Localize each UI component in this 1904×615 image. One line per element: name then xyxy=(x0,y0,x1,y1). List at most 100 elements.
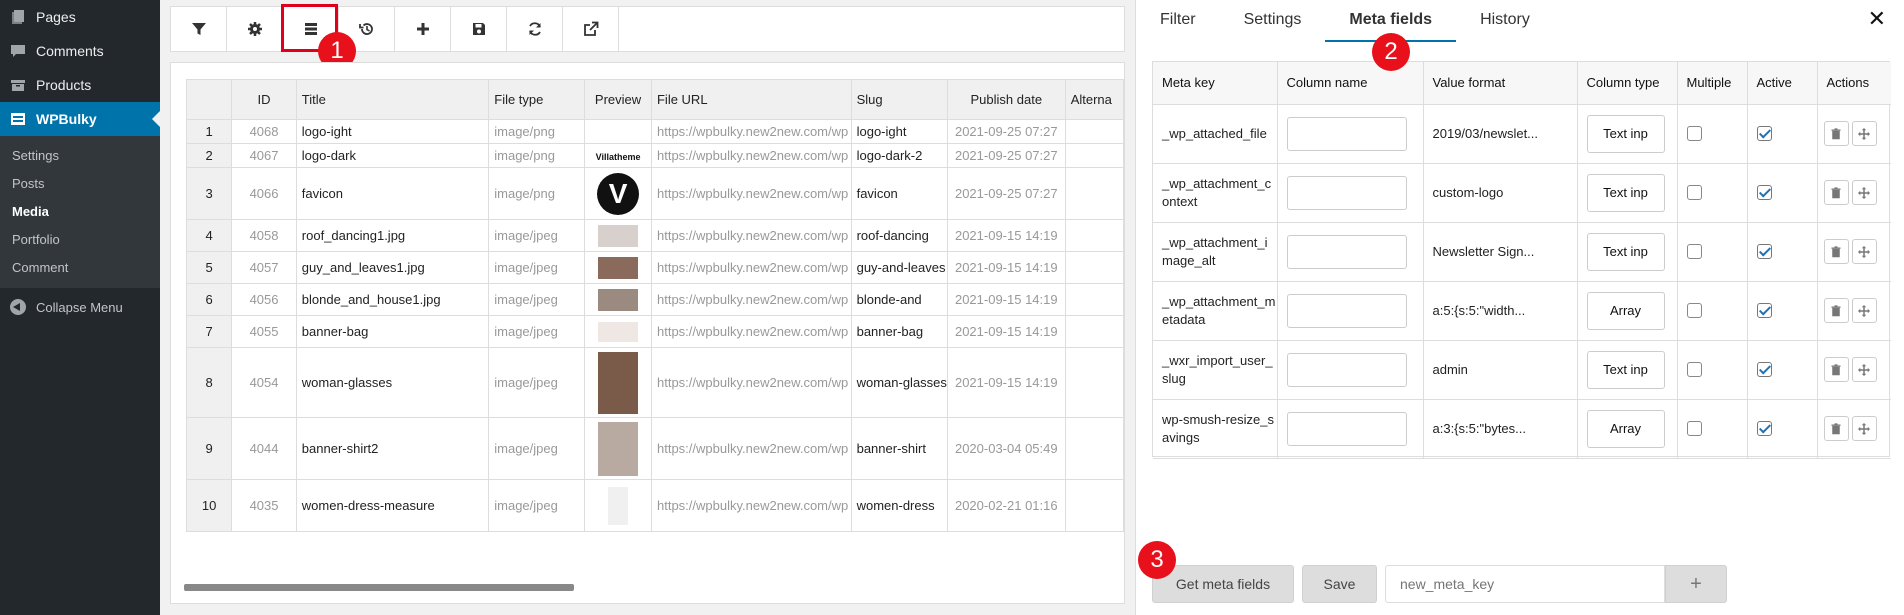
row-number[interactable]: 6 xyxy=(185,283,233,316)
cell-id[interactable]: 4044 xyxy=(231,417,297,480)
cell-preview[interactable] xyxy=(584,479,652,532)
cell-preview[interactable] xyxy=(584,251,652,284)
cell-slug[interactable]: blonde-and xyxy=(850,283,948,316)
cell-alt[interactable] xyxy=(1064,167,1124,220)
cell-file-url[interactable]: https://wpbulky.new2new.com/wp xyxy=(650,119,852,144)
cell-title[interactable]: woman-glasses xyxy=(295,347,490,418)
active-checkbox[interactable] xyxy=(1756,185,1772,200)
sidebar-item-pages[interactable]: Pages xyxy=(0,0,160,34)
cell-title[interactable]: guy_and_leaves1.jpg xyxy=(295,251,490,284)
cell-publish-date[interactable]: 2021-09-15 14:19 xyxy=(946,347,1066,418)
column-header[interactable]: Slug xyxy=(850,79,948,120)
collapse-menu-button[interactable]: Collapse Menu xyxy=(0,290,160,324)
gear-button[interactable] xyxy=(227,7,283,51)
cell-id[interactable]: 4067 xyxy=(231,143,297,168)
row-number[interactable]: 8 xyxy=(185,347,233,418)
cell-alt[interactable] xyxy=(1064,347,1124,418)
cell-slug[interactable]: favicon xyxy=(850,167,948,220)
column-header[interactable]: File type xyxy=(488,79,586,120)
cell-file-url[interactable]: https://wpbulky.new2new.com/wp xyxy=(650,479,852,532)
cell-file-url[interactable]: https://wpbulky.new2new.com/wp xyxy=(650,143,852,168)
column-header[interactable]: Publish date xyxy=(946,79,1066,120)
save-button[interactable] xyxy=(451,7,507,51)
delete-button[interactable] xyxy=(1823,357,1849,382)
cell-alt[interactable] xyxy=(1064,251,1124,284)
column-type-select[interactable]: Text inp xyxy=(1586,350,1665,389)
move-handle[interactable] xyxy=(1851,357,1877,382)
cell-publish-date[interactable]: 2021-09-15 14:19 xyxy=(946,315,1066,348)
table-row[interactable]: 1 4068 logo-ight image/png https://wpbulky.n… xyxy=(185,119,1124,144)
multiple-checkbox[interactable] xyxy=(1686,244,1702,259)
cell-file-type[interactable]: image/jpeg xyxy=(488,219,586,252)
delete-button[interactable] xyxy=(1823,180,1849,205)
multiple-checkbox[interactable] xyxy=(1686,126,1702,141)
cell-publish-date[interactable]: 2020-02-21 01:16 xyxy=(946,479,1066,532)
cell-file-url[interactable]: https://wpbulky.new2new.com/wp xyxy=(650,219,852,252)
column-type-select[interactable]: Text inp xyxy=(1586,114,1665,153)
cell-slug[interactable]: women-dress xyxy=(850,479,948,532)
table-row[interactable]: 8 4054 woman-glasses image/jpeg https://wpbu… xyxy=(185,347,1124,418)
multiple-checkbox[interactable] xyxy=(1686,362,1702,377)
table-row[interactable]: 7 4055 banner-bag image/jpeg https://wpbulky… xyxy=(185,315,1124,348)
row-number[interactable]: 10 xyxy=(185,479,233,532)
cell-file-url[interactable]: https://wpbulky.new2new.com/wp xyxy=(650,417,852,480)
move-handle[interactable] xyxy=(1851,180,1877,205)
cell-slug[interactable]: logo-dark-2 xyxy=(850,143,948,168)
new-meta-key-input[interactable] xyxy=(1385,565,1665,603)
active-checkbox[interactable] xyxy=(1756,303,1772,318)
cell-id[interactable]: 4035 xyxy=(231,479,297,532)
active-checkbox[interactable] xyxy=(1756,244,1772,259)
delete-button[interactable] xyxy=(1823,239,1849,264)
cell-publish-date[interactable]: 2021-09-25 07:27 xyxy=(946,167,1066,220)
multiple-checkbox[interactable] xyxy=(1686,421,1702,436)
row-number[interactable]: 1 xyxy=(185,119,233,144)
get-meta-fields-button[interactable]: Get meta fields xyxy=(1152,565,1294,603)
cell-title[interactable]: banner-bag xyxy=(295,315,490,348)
column-type-select[interactable]: Array xyxy=(1586,291,1665,330)
cell-alt[interactable] xyxy=(1064,417,1124,480)
cell-preview[interactable]: V xyxy=(584,167,652,220)
cell-file-url[interactable]: https://wpbulky.new2new.com/wp xyxy=(650,283,852,316)
cell-slug[interactable]: banner-bag xyxy=(850,315,948,348)
move-handle[interactable] xyxy=(1851,121,1877,146)
cell-file-type[interactable]: image/jpeg xyxy=(488,417,586,480)
cell-alt[interactable] xyxy=(1064,479,1124,532)
cell-slug[interactable]: woman-glasses xyxy=(850,347,948,418)
active-checkbox[interactable] xyxy=(1756,126,1772,141)
row-number[interactable]: 3 xyxy=(185,167,233,220)
export-button[interactable] xyxy=(563,7,619,51)
close-icon[interactable]: ✕ xyxy=(1868,6,1886,32)
delete-button[interactable] xyxy=(1823,416,1849,441)
column-name-input[interactable] xyxy=(1286,175,1407,210)
submenu-item-settings[interactable]: Settings xyxy=(0,142,160,170)
cell-file-url[interactable]: https://wpbulky.new2new.com/wp xyxy=(650,315,852,348)
cell-alt[interactable] xyxy=(1064,315,1124,348)
cell-file-type[interactable]: image/png xyxy=(488,143,586,168)
column-name-input[interactable] xyxy=(1286,411,1407,446)
column-type-select[interactable]: Text inp xyxy=(1586,173,1665,212)
cell-publish-date[interactable]: 2021-09-15 14:19 xyxy=(946,219,1066,252)
column-name-input[interactable] xyxy=(1286,116,1407,151)
submenu-item-portfolio[interactable]: Portfolio xyxy=(0,226,160,254)
submenu-item-posts[interactable]: Posts xyxy=(0,170,160,198)
column-header[interactable] xyxy=(185,79,233,120)
submenu-item-comment[interactable]: Comment xyxy=(0,254,160,282)
table-row[interactable]: 4 4058 roof_dancing1.jpg image/jpeg https://… xyxy=(185,219,1124,252)
cell-publish-date[interactable]: 2021-09-25 07:27 xyxy=(946,119,1066,144)
column-type-select[interactable]: Array xyxy=(1586,409,1665,448)
cell-file-type[interactable]: image/jpeg xyxy=(488,479,586,532)
submenu-item-media[interactable]: Media xyxy=(0,198,160,226)
cell-id[interactable]: 4054 xyxy=(231,347,297,418)
move-handle[interactable] xyxy=(1851,298,1877,323)
cell-alt[interactable] xyxy=(1064,283,1124,316)
move-handle[interactable] xyxy=(1851,416,1877,441)
cell-slug[interactable]: banner-shirt xyxy=(850,417,948,480)
column-name-input[interactable] xyxy=(1286,352,1407,387)
table-row[interactable]: 10 4035 women-dress-measure image/jpeg https… xyxy=(185,479,1124,532)
cell-file-type[interactable]: image/png xyxy=(488,119,586,144)
cell-publish-date[interactable]: 2021-09-15 14:19 xyxy=(946,251,1066,284)
row-number[interactable]: 9 xyxy=(185,417,233,480)
delete-button[interactable] xyxy=(1823,121,1849,146)
save-button[interactable]: Save xyxy=(1302,565,1377,603)
cell-id[interactable]: 4057 xyxy=(231,251,297,284)
